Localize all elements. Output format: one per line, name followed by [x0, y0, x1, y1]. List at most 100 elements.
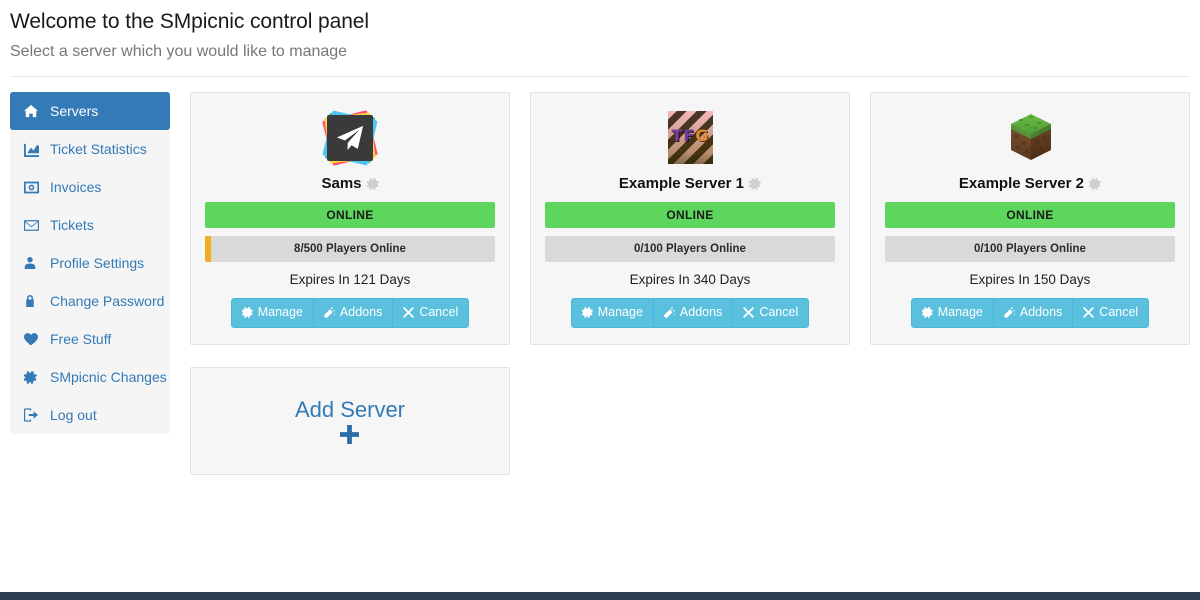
status-badge: ONLINE: [544, 202, 835, 228]
sidebar-item-label: Change Password: [50, 293, 165, 309]
server-name-text: Sams: [321, 175, 362, 192]
footer-bar: [0, 592, 1200, 600]
button-label: Cancel: [419, 305, 459, 319]
button-label: Manage: [597, 305, 643, 319]
sidebar-item-invoices[interactable]: Invoices: [10, 168, 170, 206]
page-header: Welcome to the SMpicnic control panel Se…: [0, 0, 1200, 64]
gear-icon: [922, 307, 933, 318]
status-badge: ONLINE: [884, 202, 1175, 228]
players-count-label: 0/100 Players Online: [634, 243, 746, 255]
server-action-buttons: Manage Addons Cancel: [570, 298, 810, 328]
server-name-text: Example Server 1: [618, 175, 745, 192]
button-label: Manage: [257, 305, 303, 319]
server-action-buttons: Manage Addons Cancel: [910, 298, 1150, 328]
sidebar-item-label: Invoices: [50, 179, 102, 195]
add-server-card[interactable]: Add Server: [190, 366, 510, 475]
sidebar-item-smpicnic-changes[interactable]: SMpicnic Changes: [10, 358, 170, 396]
sign-out-icon: [24, 408, 43, 422]
home-icon: [24, 104, 43, 118]
server-icon-wrapper: [885, 107, 1175, 169]
cancel-button[interactable]: Cancel: [392, 298, 470, 328]
server-name: Example Server 2: [885, 175, 1175, 193]
sidebar-item-label: Log out: [50, 407, 97, 423]
sidebar-item-log-out[interactable]: Log out: [10, 396, 170, 434]
server-settings-gear-icon[interactable]: [749, 178, 761, 190]
expiry-label: Expires In 340 Days: [629, 272, 751, 287]
server-settings-gear-icon[interactable]: [367, 178, 379, 190]
times-icon: [743, 307, 754, 318]
sidebar-item-label: SMpicnic Changes: [50, 369, 167, 385]
players-count-label: 8/500 Players Online: [294, 243, 406, 255]
magic-wand-icon: [1004, 307, 1015, 318]
gear-icon: [582, 307, 593, 318]
players-count-label: 0/100 Players Online: [974, 243, 1086, 255]
server-name-text: Example Server 2: [958, 175, 1084, 192]
manage-button[interactable]: Manage: [230, 298, 313, 328]
page-body: Servers Ticket Statistics Invoices Tickets P…: [0, 77, 1200, 497]
gear-icon: [242, 307, 253, 318]
sidebar-item-free-stuff[interactable]: Free Stuff: [10, 320, 170, 358]
button-label: Cancel: [1099, 305, 1139, 319]
plus-icon: [340, 425, 359, 444]
server-card: Example Server 2 ONLINE 0/100 Players Onli…: [869, 92, 1190, 345]
page-subtitle: Select a server which you would like to …: [10, 43, 348, 60]
button-label: Addons: [1019, 305, 1063, 319]
server-card-column: TFG Example Server 1 ONLINE 0/100 Players O…: [520, 92, 860, 367]
cancel-button[interactable]: Cancel: [1072, 298, 1150, 328]
sidebar-item-label: Ticket Statistics: [50, 141, 147, 157]
page-title: Welcome to the SMpicnic control panel: [10, 10, 369, 33]
server-card: Sams ONLINE 8/500 Players Online Expires In…: [190, 92, 510, 345]
server-action-buttons: Manage Addons Cancel: [230, 298, 470, 328]
sidebar-item-ticket-statistics[interactable]: Ticket Statistics: [10, 130, 170, 168]
button-label: Addons: [679, 305, 723, 319]
chart-area-icon: [24, 142, 43, 157]
server-name: Example Server 1: [545, 175, 835, 193]
envelope-icon: [24, 218, 43, 233]
server-name: Sams: [205, 175, 495, 193]
players-progress-bar: 8/500 Players Online: [205, 236, 495, 262]
cancel-button[interactable]: Cancel: [732, 298, 810, 328]
sidebar-item-change-password[interactable]: Change Password: [10, 282, 170, 320]
times-icon: [403, 307, 414, 318]
players-progress-bar: 0/100 Players Online: [884, 236, 1175, 262]
manage-button[interactable]: Manage: [910, 298, 993, 328]
money-icon: [24, 180, 43, 195]
addons-button[interactable]: Addons: [992, 298, 1073, 328]
sidebar-item-profile-settings[interactable]: Profile Settings: [10, 244, 170, 282]
sidebar-item-label: Profile Settings: [50, 255, 145, 271]
sidebar-item-servers[interactable]: Servers: [10, 92, 170, 130]
paper-plane-rainbow-icon: [321, 109, 379, 167]
server-icon-wrapper: [205, 107, 495, 169]
server-icon-wrapper: TFG: [545, 107, 835, 169]
times-icon: [1083, 307, 1094, 318]
user-icon: [24, 257, 43, 269]
server-card-column: Sams ONLINE 8/500 Players Online Expires In…: [180, 92, 520, 367]
add-server-label: Add Server: [294, 397, 406, 422]
manage-button[interactable]: Manage: [570, 298, 653, 328]
tfg-striped-icon: TFG: [667, 111, 713, 164]
magic-wand-icon: [664, 307, 675, 318]
addons-button[interactable]: Addons: [312, 298, 393, 328]
heart-icon: [24, 332, 43, 346]
expiry-label: Expires In 121 Days: [289, 272, 411, 287]
server-card-column: Example Server 2 ONLINE 0/100 Players Onli…: [860, 92, 1200, 367]
status-badge: ONLINE: [205, 202, 495, 228]
control-panel-page: Welcome to the SMpicnic control panel Se…: [0, 0, 1200, 600]
sidebar-item-label: Servers: [50, 103, 99, 119]
add-server-column: Add Server: [180, 366, 520, 497]
magic-wand-icon: [324, 307, 335, 318]
server-settings-gear-icon[interactable]: [1089, 178, 1101, 190]
gear-icon: [24, 371, 43, 384]
sidebar-item-label: Tickets: [50, 217, 94, 233]
addons-button[interactable]: Addons: [652, 298, 733, 328]
players-progress-bar: 0/100 Players Online: [544, 236, 835, 262]
server-card-grid: Sams ONLINE 8/500 Players Online Expires In…: [180, 92, 1200, 497]
sidebar-item-label: Free Stuff: [50, 331, 112, 347]
server-card: TFG Example Server 1 ONLINE 0/100 Players O…: [529, 92, 850, 345]
sidebar-item-tickets[interactable]: Tickets: [10, 206, 170, 244]
button-label: Cancel: [759, 305, 799, 319]
sidebar-nav: Servers Ticket Statistics Invoices Tickets P…: [10, 92, 170, 434]
button-label: Addons: [339, 305, 383, 319]
button-label: Manage: [937, 305, 983, 319]
lock-icon: [24, 295, 43, 307]
